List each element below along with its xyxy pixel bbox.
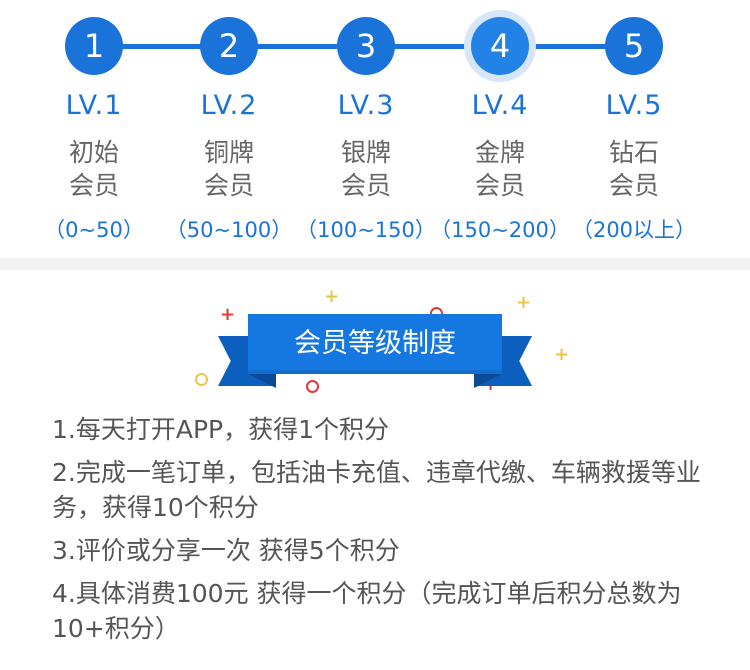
rule-item: 1.每天打开APP，获得1个积分 bbox=[52, 415, 390, 444]
level-range: （100~150） bbox=[296, 218, 436, 242]
level-title: 初始 会员 bbox=[29, 136, 159, 202]
level-number-badge: 3 bbox=[337, 17, 395, 75]
section-divider bbox=[0, 258, 750, 270]
banner-title: 会员等级制度 bbox=[248, 314, 502, 374]
level-name: LV.3 bbox=[337, 90, 395, 121]
level-title-line2: 会员 bbox=[608, 171, 659, 200]
ring-sparkle-icon bbox=[306, 380, 319, 393]
level-name: LV.2 bbox=[200, 90, 258, 121]
level-title-line1: 铜牌 bbox=[203, 138, 254, 167]
level-title-line1: 初始 bbox=[68, 138, 119, 167]
level-title-line2: 会员 bbox=[474, 171, 525, 200]
level-range: （50~100） bbox=[165, 218, 293, 242]
rule-item: 2.完成一笔订单，包括油卡充值、违章代缴、车辆救援等业务，获得10个积分 bbox=[52, 458, 701, 522]
level-title-line1: 金牌 bbox=[474, 138, 525, 167]
level-title-line2: 会员 bbox=[203, 171, 254, 200]
level-title: 银牌 会员 bbox=[301, 136, 431, 202]
plus-sparkle-icon: + bbox=[554, 344, 570, 365]
level-title-line2: 会员 bbox=[340, 171, 391, 200]
level-title: 铜牌 会员 bbox=[164, 136, 294, 202]
points-rules-list: 1.每天打开APP，获得1个积分 2.完成一笔订单，包括油卡充值、违章代缴、车辆… bbox=[52, 412, 712, 654]
level-name: LV.1 bbox=[65, 90, 123, 121]
level-number-badge: 2 bbox=[200, 17, 258, 75]
plus-sparkle-icon: + bbox=[220, 304, 236, 325]
level-name: LV.5 bbox=[605, 90, 663, 121]
level-range: （150~200） bbox=[430, 218, 570, 242]
level-range: （200以上） bbox=[571, 218, 697, 242]
level-title: 金牌 会员 bbox=[435, 136, 565, 202]
level-title: 钻石 会员 bbox=[569, 136, 699, 202]
level-name: LV.4 bbox=[471, 90, 529, 121]
member-level-timeline: 1 LV.1 初始 会员 （0~50） 2 LV.2 铜牌 会员 （50~100… bbox=[0, 0, 750, 258]
level-number-badge: 1 bbox=[65, 17, 123, 75]
level-title-line2: 会员 bbox=[68, 171, 119, 200]
rule-item: 3.评价或分享一次 获得5个积分 bbox=[52, 536, 400, 565]
level-number-badge: 5 bbox=[605, 17, 663, 75]
rule-item: 4.具体消费100元 获得一个积分（完成订单后积分总数为10+积分） bbox=[52, 579, 682, 643]
ring-sparkle-icon bbox=[195, 373, 208, 386]
level-number-badge-active: 4 bbox=[471, 17, 529, 75]
level-range: （0~50） bbox=[44, 218, 144, 242]
section-banner: + + + + + 会员等级制度 bbox=[0, 270, 750, 400]
level-title-line1: 银牌 bbox=[340, 138, 391, 167]
plus-sparkle-icon: + bbox=[516, 292, 532, 313]
plus-sparkle-icon: + bbox=[324, 286, 340, 307]
level-title-line1: 钻石 bbox=[608, 138, 659, 167]
